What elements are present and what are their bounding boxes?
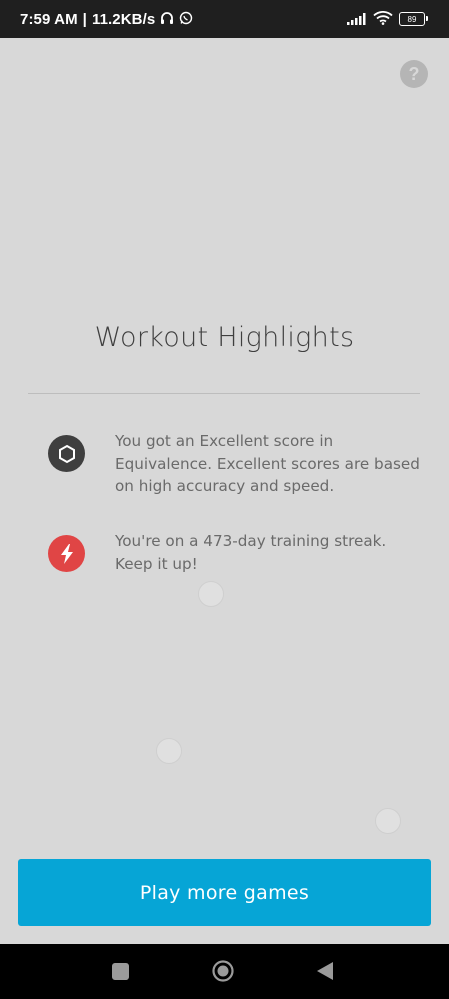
whatsapp-icon xyxy=(179,11,193,28)
status-separator: | xyxy=(82,10,87,28)
workout-highlights-screen: 7:59 AM | 11.2KB/s 89 ? Workout Highligh… xyxy=(0,0,449,999)
play-more-games-button[interactable]: Play more games xyxy=(18,859,431,926)
decorative-bubble xyxy=(198,581,224,607)
highlight-text-streak: You're on a 473-day training streak. Kee… xyxy=(115,532,387,573)
wifi-icon xyxy=(373,10,393,29)
status-right: 89 xyxy=(347,0,428,38)
decorative-bubble xyxy=(375,808,401,834)
navigation-bar xyxy=(0,944,449,999)
lightning-bolt-icon xyxy=(48,535,85,572)
network-speed: 11.2KB/s xyxy=(91,10,156,28)
status-bar: 7:59 AM | 11.2KB/s 89 xyxy=(0,0,449,38)
title-divider xyxy=(28,393,420,394)
help-button[interactable]: ? xyxy=(400,60,428,88)
battery-icon: 89 xyxy=(399,12,428,26)
highlight-text-score: You got an Excellent score in Equivalenc… xyxy=(115,432,420,495)
back-icon[interactable] xyxy=(316,961,334,981)
page-title: Workout Highlights xyxy=(94,322,355,353)
decorative-bubble xyxy=(156,738,182,764)
home-icon[interactable] xyxy=(212,960,234,982)
headphones-icon xyxy=(160,11,174,28)
hexagon-icon xyxy=(48,435,85,472)
status-left: 7:59 AM | 11.2KB/s xyxy=(20,0,193,38)
status-time: 7:59 AM xyxy=(20,10,78,28)
help-label: ? xyxy=(408,63,420,84)
signal-icon xyxy=(347,10,367,29)
recents-icon[interactable] xyxy=(112,963,129,980)
play-more-games-label: Play more games xyxy=(139,881,310,904)
battery-level: 89 xyxy=(407,14,417,24)
